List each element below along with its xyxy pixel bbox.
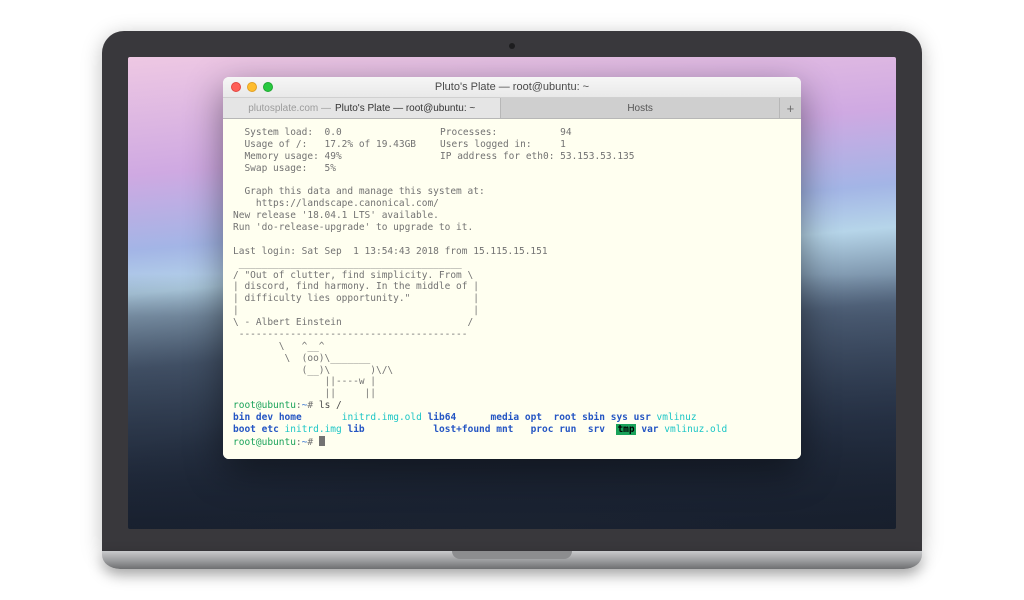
- prompt-sigil: #: [307, 437, 313, 448]
- stats-right: Processes: 94 Users logged in: 1 IP addr…: [440, 127, 634, 175]
- ls-entry: lib: [347, 424, 364, 435]
- ls-entry: root: [553, 412, 576, 423]
- zoom-icon[interactable]: [263, 82, 273, 92]
- ls-entry: proc: [531, 424, 554, 435]
- tab-hosts[interactable]: Hosts: [501, 98, 779, 118]
- ls-entry: bin: [233, 412, 250, 423]
- ls-entry: sbin: [582, 412, 605, 423]
- camera-dot: [509, 43, 515, 49]
- desktop-wallpaper: Pluto's Plate — root@ubuntu: ~ plutospla…: [128, 57, 896, 529]
- cursor-block: [319, 436, 325, 446]
- close-icon[interactable]: [231, 82, 241, 92]
- tab-active[interactable]: plutosplate.com — Pluto's Plate — root@u…: [223, 98, 501, 118]
- ls-entry: lib64: [428, 412, 457, 423]
- prompt-line-2: root@ubuntu:~#: [233, 436, 791, 449]
- minimize-icon[interactable]: [247, 82, 257, 92]
- ls-entry: home: [279, 412, 302, 423]
- prompt-userhost: root@ubuntu: [233, 400, 296, 411]
- ls-entry: opt: [525, 412, 542, 423]
- laptop-notch: [452, 551, 572, 559]
- traffic-lights: [231, 82, 273, 92]
- ls-entry: run: [559, 424, 576, 435]
- ls-entry: initrd.img: [285, 424, 342, 435]
- prompt-sigil: #: [307, 400, 313, 411]
- terminal-body[interactable]: System load: 0.0 Usage of /: 17.2% of 19…: [223, 119, 801, 459]
- ls-entry: dev: [256, 412, 273, 423]
- tab-label: Pluto's Plate — root@ubuntu: ~: [335, 103, 475, 114]
- ls-entry: lost+found: [433, 424, 490, 435]
- ls-entry: mnt: [496, 424, 513, 435]
- stats-block: System load: 0.0 Usage of /: 17.2% of 19…: [233, 127, 791, 175]
- ls-entry: sys: [611, 412, 628, 423]
- ls-row-2: boot etc initrd.img lib lost+found mnt p…: [233, 424, 791, 436]
- tab-label: Hosts: [627, 103, 653, 114]
- terminal-window: Pluto's Plate — root@ubuntu: ~ plutospla…: [223, 77, 801, 459]
- ls-entry: usr: [634, 412, 651, 423]
- tab-host-label: plutosplate.com —: [248, 103, 331, 114]
- ls-entry: initrd.img.old: [342, 412, 422, 423]
- laptop-base: [102, 551, 922, 569]
- ls-entry: tmp: [616, 424, 635, 435]
- window-titlebar[interactable]: Pluto's Plate — root@ubuntu: ~: [223, 77, 801, 98]
- prompt-line-1: root@ubuntu:~# ls /: [233, 400, 791, 412]
- ls-entry: boot: [233, 424, 256, 435]
- add-tab-button[interactable]: +: [780, 98, 801, 118]
- prompt-userhost: root@ubuntu: [233, 437, 296, 448]
- ls-entry: srv: [588, 424, 605, 435]
- ls-entry: vmlinuz: [657, 412, 697, 423]
- window-title: Pluto's Plate — root@ubuntu: ~: [223, 81, 801, 93]
- ls-entry: vmlinuz.old: [664, 424, 727, 435]
- motd-block: Graph this data and manage this system a…: [233, 175, 791, 401]
- laptop-mockup: Pluto's Plate — root@ubuntu: ~ plutospla…: [102, 31, 922, 569]
- ls-entry: var: [641, 424, 658, 435]
- ls-entry: media: [491, 412, 520, 423]
- stats-left: System load: 0.0 Usage of /: 17.2% of 19…: [233, 127, 416, 175]
- ls-entry: etc: [262, 424, 279, 435]
- screen-bezel: Pluto's Plate — root@ubuntu: ~ plutospla…: [102, 31, 922, 551]
- ls-row-1: bin dev home initrd.img.old lib64 media …: [233, 412, 791, 424]
- tab-bar: plutosplate.com — Pluto's Plate — root@u…: [223, 98, 801, 119]
- command-text: ls /: [319, 400, 342, 411]
